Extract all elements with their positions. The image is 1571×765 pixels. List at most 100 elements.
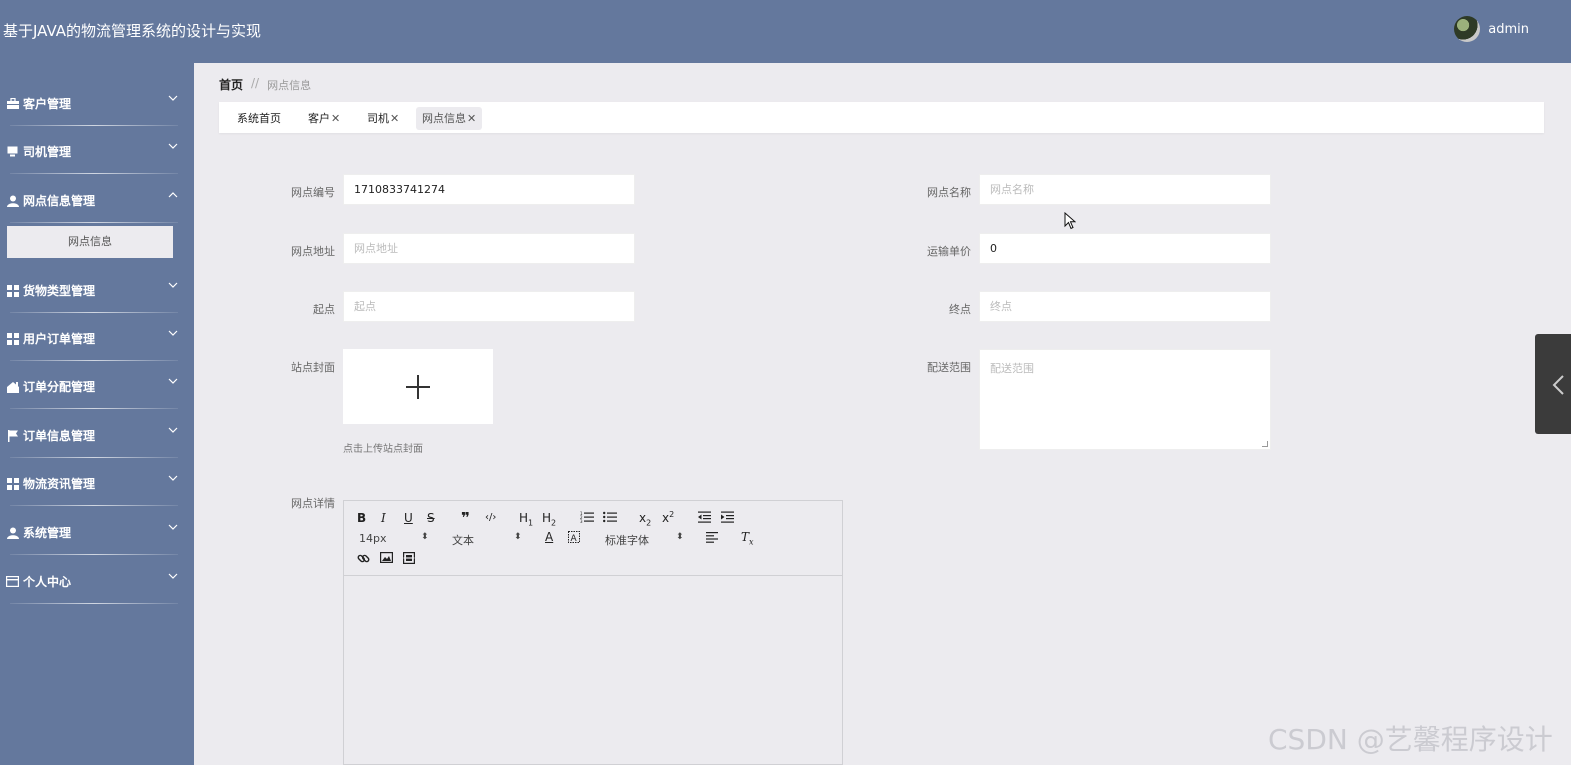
close-icon[interactable]: ✕ [390,112,399,125]
chevron-down-icon [168,573,178,581]
subscript-button[interactable]: x2 [639,511,651,527]
avatar[interactable] [1454,16,1481,42]
tab-driver[interactable]: 司机✕ [361,107,405,130]
sidebar-item-label: 订单信息管理 [23,429,96,443]
tab-label: 系统首页 [237,112,281,125]
bold-button[interactable]: B [357,511,366,525]
sidebar-item-driver[interactable]: 司机管理 [0,119,194,174]
svg-text:A: A [571,534,578,543]
sidebar-item-label: 司机管理 [23,145,72,159]
end-label: 终点 [949,303,971,316]
site-no-input[interactable]: 1710833741274 [343,174,635,205]
unit-price-input[interactable]: 0 [979,233,1271,264]
rich-text-editor: B I U S ❞ ‹/› H1 H2 123 x2 x2 14px ⬍ 文本 … [343,500,843,765]
close-icon[interactable]: ✕ [331,112,340,125]
quote-button[interactable]: ❞ [461,509,470,527]
select-arrows-icon: ⬍ [676,532,684,542]
link-icon[interactable] [357,552,370,568]
chevron-down-icon [168,143,178,151]
end-input[interactable]: 终点 [979,291,1271,322]
sidebar-item-customer[interactable]: 客户管理 [0,71,194,126]
header-type-value: 文本 [452,534,474,547]
range-label: 配送范围 [927,361,971,374]
indent-icon[interactable] [721,511,734,526]
select-arrows-icon: ⬍ [514,532,522,542]
sidebar-item-profile[interactable]: 个人中心 [0,549,194,604]
code-button[interactable]: ‹/› [485,512,496,523]
sidebar-item-label: 用户订单管理 [23,332,96,346]
site-address-input[interactable]: 网点地址 [343,233,635,264]
sidebar-item-label: 系统管理 [23,526,72,540]
h1-button[interactable]: H1 [519,511,533,527]
header-type-select[interactable]: 文本 ⬍ [452,532,522,548]
sidebar-item-label: 订单分配管理 [23,380,96,394]
tab-home[interactable]: 系统首页 [231,107,287,130]
tab-label: 客户 [308,112,330,125]
submenu-item-site-info[interactable]: 网点信息 [7,226,173,258]
site-name-input[interactable]: 网点名称 [979,174,1271,205]
font-family-select[interactable]: 标准字体 ⬍ [605,532,685,548]
sidebar-item-logistics-news[interactable]: 物流资讯管理 [0,451,194,506]
italic-button[interactable]: I [381,511,386,525]
site-no-label: 网点编号 [291,186,335,199]
underline-button[interactable]: U [404,511,413,525]
video-icon[interactable] [403,552,416,567]
cover-upload-button[interactable] [343,349,493,424]
font-color-button[interactable]: A [545,530,553,544]
sidebar-item-label: 网点信息管理 [23,194,96,208]
chevron-down-icon [168,330,178,338]
outdent-icon[interactable] [698,511,711,526]
sidebar-item-user-order[interactable]: 用户订单管理 [0,306,194,361]
start-input[interactable]: 起点 [343,291,635,322]
tab-label: 网点信息 [422,112,466,125]
range-textarea[interactable]: 配送范围 [979,349,1271,450]
sidebar: 客户管理 司机管理 网点信息管理 网点信息 货物类型管理 用户订单管理 订单分配… [0,63,194,765]
tab-site-info[interactable]: 网点信息✕ [416,107,483,130]
strike-button[interactable]: S [427,511,435,525]
sidebar-item-label: 物流资讯管理 [23,477,96,491]
clear-format-button[interactable]: Tx [741,530,754,546]
sidebar-item-label: 客户管理 [23,97,72,111]
sidebar-item-system[interactable]: 系统管理 [0,500,194,555]
bullet-list-icon[interactable] [603,511,617,526]
background-color-icon[interactable]: A [568,531,580,546]
resize-handle[interactable] [1262,441,1268,447]
unit-price-label: 运输单价 [927,245,971,258]
sidebar-item-order-assign[interactable]: 订单分配管理 [0,354,194,409]
range-placeholder: 配送范围 [990,362,1034,375]
side-panel-toggle[interactable] [1535,334,1571,434]
watermark: CSDN @艺馨程序设计 [1268,723,1553,756]
sidebar-item-site-info[interactable]: 网点信息管理 [0,168,194,223]
chevron-down-icon [168,95,178,103]
chevron-left-icon [1552,375,1564,395]
flag-icon [6,429,19,442]
ordered-list-icon[interactable]: 123 [580,511,594,526]
chevron-up-icon [168,192,178,200]
align-left-icon[interactable] [706,532,718,546]
breadcrumb-current: 网点信息 [267,79,312,92]
username[interactable]: admin [1488,22,1529,37]
cover-upload-hint: 点击上传站点封面 [343,444,423,455]
font-family-value: 标准字体 [605,534,649,547]
user-icon [6,194,19,207]
tab-customer[interactable]: 客户✕ [302,107,346,130]
sidebar-item-label: 个人中心 [23,575,72,589]
image-icon[interactable] [380,552,394,566]
user-menu[interactable]: admin [1454,16,1529,42]
breadcrumb-home[interactable]: 首页 [219,76,243,93]
editor-content-area[interactable] [344,577,842,764]
cover-label: 站点封面 [291,361,335,374]
grid-icon [6,284,19,297]
chevron-down-icon [168,282,178,290]
grid-icon [6,477,19,490]
select-arrows-icon: ⬍ [421,532,429,542]
superscript-button[interactable]: x2 [662,510,674,525]
tab-bar: 系统首页 客户✕ 司机✕ 网点信息✕ [219,102,1544,133]
h2-button[interactable]: H2 [542,511,556,527]
sidebar-item-goods-type[interactable]: 货物类型管理 [0,258,194,313]
divider [10,222,178,223]
close-icon[interactable]: ✕ [467,112,476,125]
font-size-select[interactable]: 14px ⬍ [359,532,429,545]
sidebar-item-order-info[interactable]: 订单信息管理 [0,403,194,458]
editor-toolbar: B I U S ❞ ‹/› H1 H2 123 x2 x2 14px ⬍ 文本 … [344,501,842,576]
